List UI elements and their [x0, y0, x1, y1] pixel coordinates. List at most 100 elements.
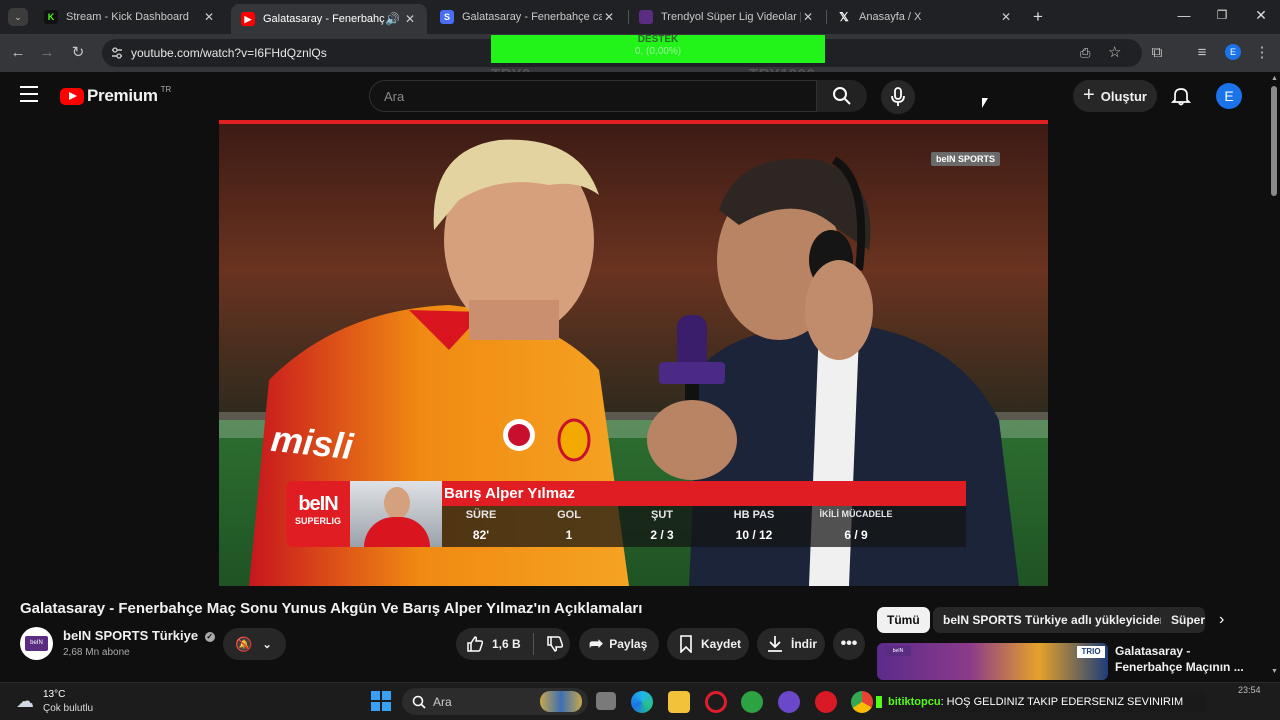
channel-name[interactable]: beIN SPORTS Türkiye ✓ [63, 628, 215, 643]
media-app-icon[interactable] [815, 691, 837, 713]
scroll-down-arrow[interactable]: ▼ [1271, 668, 1278, 675]
microphone-icon [891, 87, 905, 106]
search-icon [833, 87, 851, 105]
tab-youtube[interactable]: ▶ Galatasaray - Fenerbahçe M 🔊 ✕ [231, 4, 427, 34]
search-button[interactable] [817, 80, 867, 112]
search-highlight-image [540, 691, 582, 712]
youtube-logo[interactable]: Premium TR [60, 84, 172, 106]
xbox-icon[interactable] [741, 691, 763, 713]
recommended-title[interactable]: Galatasaray - Fenerbahçe Maçının ... [1115, 643, 1244, 675]
subscription-notifications-button[interactable]: 🔕 ⌄ [223, 628, 286, 660]
recommended-title-line1: Galatasaray - [1115, 644, 1191, 658]
tab-canli[interactable]: S Galatasaray - Fenerbahçe canlı ✕ [430, 4, 626, 30]
x-icon: 𝕏 [839, 10, 849, 24]
hamburger-menu-icon[interactable] [20, 86, 38, 102]
stat-label: SÜRE [465, 509, 497, 521]
close-tab-icon[interactable]: ✕ [403, 12, 417, 26]
thumbnail-bein-logo: beIN [885, 646, 911, 656]
jersey-sponsor-text: misli [269, 417, 356, 468]
scroll-up-arrow[interactable]: ▲ [1271, 75, 1278, 82]
site-info-icon[interactable] [110, 46, 124, 60]
chip-super[interactable]: Süper [1161, 607, 1205, 633]
file-explorer-icon[interactable] [668, 691, 690, 713]
new-tab-button[interactable]: + [1028, 7, 1048, 27]
thumbs-down-icon [546, 636, 563, 652]
reload-icon[interactable]: ↻ [68, 43, 88, 63]
save-button[interactable]: Kaydet [667, 628, 749, 660]
taskbar-search-box[interactable]: Ara [402, 688, 588, 715]
tab-kick[interactable]: K Stream - Kick Dashboard ✕ [34, 4, 226, 30]
forward-icon[interactable]: → [37, 43, 57, 63]
close-tab-icon[interactable]: ✕ [602, 10, 616, 24]
isp-app-icon[interactable] [778, 691, 800, 713]
scrollbar-thumb[interactable] [1271, 86, 1277, 196]
stat-value: 1 [565, 528, 573, 542]
bein-icon [639, 10, 653, 24]
chevron-down-icon: ⌄ [262, 638, 272, 651]
account-avatar[interactable]: E [1216, 83, 1242, 109]
taskbar-search-icon [412, 695, 426, 709]
chips-next-arrow[interactable]: › [1219, 611, 1224, 629]
broadcaster-badge: beIN SPORTS [931, 152, 1001, 166]
youtube-header: Premium TR Ara + Oluştur E [0, 72, 1268, 120]
weather-temp: 13°C [43, 689, 66, 700]
weather-widget[interactable]: ☁ 13°C Çok bulutlu [14, 687, 104, 717]
page-scrollbar[interactable]: ▲ ▼ [1268, 72, 1280, 682]
extensions-icon[interactable]: ⧉ [1147, 43, 1167, 63]
menu-kebab-icon[interactable]: ⋮ [1252, 43, 1272, 63]
install-app-icon[interactable]: ⎙ [1080, 45, 1090, 61]
task-view-icon[interactable] [596, 692, 616, 710]
speaker-icon[interactable]: 🔊 [385, 12, 400, 26]
chip-from-uploader[interactable]: beIN SPORTS Türkiye adlı yükleyiciden [933, 607, 1178, 633]
channel-avatar[interactable]: beIN [20, 627, 53, 660]
like-button[interactable]: 1,6 B [456, 635, 521, 653]
player-name: Barış Alper Yılmaz [444, 485, 575, 502]
tab-title: Stream - Kick Dashboard [66, 11, 189, 23]
close-tab-icon[interactable]: ✕ [202, 10, 216, 24]
tab-title: Anasayfa / X [859, 11, 922, 23]
restore-button[interactable]: ❐ [1212, 8, 1232, 26]
close-window-button[interactable]: ✕ [1251, 7, 1271, 25]
edge-icon[interactable] [631, 691, 653, 713]
weather-cloud-icon: ☁ [16, 691, 34, 711]
close-tab-icon[interactable]: ✕ [801, 10, 815, 24]
download-button[interactable]: İndir [757, 628, 825, 660]
mouse-cursor-icon [982, 98, 988, 108]
create-button[interactable]: + Oluştur [1073, 80, 1157, 112]
back-icon[interactable]: ← [8, 43, 28, 63]
media-controls-icon[interactable]: ≡ [1192, 43, 1212, 63]
share-button[interactable]: ➦ Paylaş [579, 628, 659, 660]
thumbnail-trio-logo: TRIO [1077, 646, 1105, 658]
search-placeholder: Ara [384, 89, 405, 104]
stat-value: 2 / 3 [650, 528, 674, 542]
video-player[interactable]: beIN SPORTS misli beIN SUPERLIG Barış Al… [219, 120, 1048, 586]
recommended-thumbnail[interactable]: beIN TRIO [877, 643, 1108, 680]
chip-all[interactable]: Tümü [877, 607, 930, 633]
system-clock[interactable]: 23:54 [1238, 685, 1261, 695]
channel-name-text: beIN SPORTS Türkiye [63, 628, 199, 643]
tab-x[interactable]: 𝕏 Anasayfa / X ✕ [827, 4, 1023, 30]
windows-taskbar: ☁ 13°C Çok bulutlu Ara bitiktopcu : HOŞ … [0, 682, 1280, 720]
url-text: youtube.com/watch?v=I6FHdQznlQs [131, 46, 327, 60]
minimize-button[interactable]: — [1174, 8, 1194, 26]
donation-progress-text: 0, (0,00%) [634, 46, 682, 57]
voice-search-button[interactable] [881, 80, 915, 114]
close-tab-icon[interactable]: ✕ [999, 10, 1013, 24]
chrome-icon[interactable] [851, 691, 873, 713]
taskbar-search-label: Ara [433, 695, 452, 709]
notification-bell-icon[interactable] [1171, 86, 1191, 106]
profile-avatar-small[interactable]: E [1225, 44, 1241, 60]
bookmark-star-icon[interactable]: ☆ [1108, 43, 1121, 61]
more-actions-button[interactable]: ••• [833, 628, 865, 660]
league-logo-top: beIN [298, 493, 338, 515]
ticker-username: bitiktopcu [888, 696, 941, 708]
opera-icon[interactable] [705, 691, 727, 713]
search-input[interactable]: Ara [369, 80, 817, 112]
tab-search-button[interactable]: ⌄ [8, 8, 28, 26]
youtube-region-code: TR [160, 84, 172, 94]
tab-title: Galatasaray - Fenerbahçe canlı [462, 11, 602, 23]
windows-start-icon[interactable] [371, 691, 391, 711]
dislike-button[interactable] [534, 635, 564, 653]
browser-tab-strip: ⌄ K Stream - Kick Dashboard ✕ ▶ Galatasa… [0, 0, 1280, 34]
tab-trendyol[interactable]: Trendyol Süper Lig Videolar | be ✕ [629, 4, 825, 30]
